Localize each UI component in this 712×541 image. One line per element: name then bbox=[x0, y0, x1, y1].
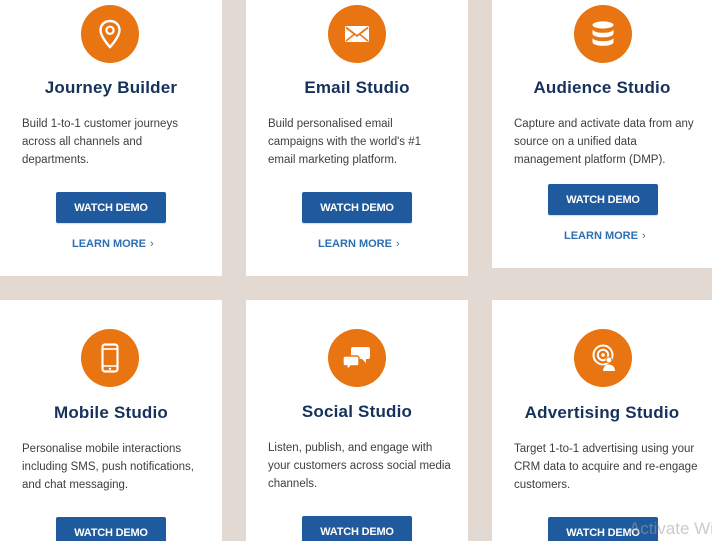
chevron-right-icon: › bbox=[149, 238, 154, 250]
card-title: Audience Studio bbox=[533, 78, 671, 97]
chat-bubbles-icon bbox=[328, 329, 386, 387]
card-advertising-studio: Advertising Studio Target 1-to-1 adverti… bbox=[492, 300, 712, 541]
target-user-icon bbox=[574, 329, 632, 387]
learn-more-label: LEARN MORE bbox=[72, 238, 146, 250]
database-icon bbox=[574, 5, 632, 63]
learn-more-link[interactable]: LEARN MORE › bbox=[318, 238, 400, 250]
card-mobile-studio: Mobile Studio Personalise mobile interac… bbox=[0, 300, 222, 541]
card-description: Target 1-to-1 advertising using your CRM… bbox=[514, 443, 698, 491]
watch-demo-button[interactable]: WATCH DEMO bbox=[302, 516, 412, 541]
chevron-right-icon: › bbox=[395, 238, 400, 250]
chevron-right-icon: › bbox=[641, 230, 646, 242]
learn-more-link[interactable]: LEARN MORE › bbox=[72, 238, 154, 250]
watch-demo-button[interactable]: WATCH DEMO bbox=[302, 192, 412, 223]
watch-demo-button[interactable]: WATCH DEMO bbox=[548, 184, 658, 215]
card-title: Advertising Studio bbox=[524, 403, 680, 422]
card-description: Personalise mobile interactions includin… bbox=[22, 443, 194, 491]
card-description: Listen, publish, and engage with your cu… bbox=[268, 442, 451, 490]
card-description: Build 1-to-1 customer journeys across al… bbox=[22, 118, 178, 166]
learn-more-link[interactable]: LEARN MORE › bbox=[564, 230, 646, 242]
activate-windows-watermark: Activate Wi bbox=[628, 519, 712, 538]
envelope-icon bbox=[328, 5, 386, 63]
learn-more-label: LEARN MORE bbox=[318, 238, 392, 250]
learn-more-label: LEARN MORE bbox=[564, 230, 638, 242]
card-title: Email Studio bbox=[304, 78, 410, 97]
map-pin-icon bbox=[81, 5, 139, 63]
card-audience-studio: Audience Studio Capture and activate dat… bbox=[492, 0, 712, 268]
card-title: Mobile Studio bbox=[53, 403, 169, 422]
card-journey-builder: Journey Builder Build 1-to-1 customer jo… bbox=[0, 0, 222, 276]
phone-icon bbox=[81, 329, 139, 387]
watch-demo-button[interactable]: WATCH DEMO bbox=[56, 192, 166, 223]
card-title: Social Studio bbox=[301, 402, 413, 421]
card-title: Journey Builder bbox=[44, 78, 178, 97]
card-social-studio: Social Studio Listen, publish, and engag… bbox=[246, 300, 468, 541]
card-email-studio: Email Studio Build personalised email ca… bbox=[246, 0, 468, 276]
watch-demo-button[interactable]: WATCH DEMO bbox=[56, 517, 166, 541]
card-description: Capture and activate data from any sourc… bbox=[514, 118, 694, 166]
card-description: Build personalised email campaigns with … bbox=[268, 118, 422, 166]
